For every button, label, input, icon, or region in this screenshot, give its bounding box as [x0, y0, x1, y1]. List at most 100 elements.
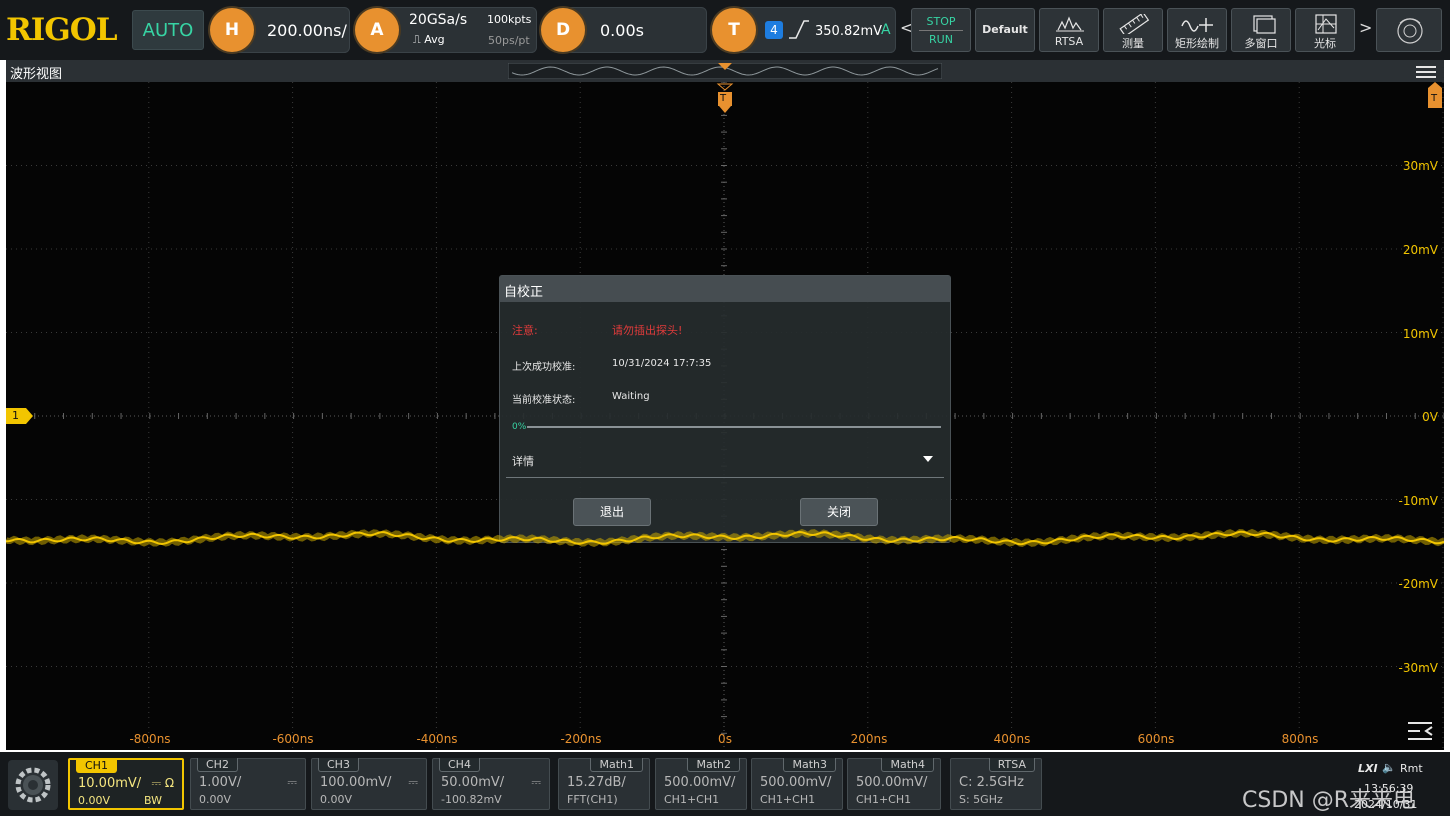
ch1-offset: 0.00V [78, 794, 111, 807]
ch4-coupling: ⎓ [531, 775, 541, 789]
spectrum-icon [1056, 16, 1084, 32]
utility-button[interactable] [1376, 8, 1442, 52]
math1-panel[interactable]: Math1 15.27dB/ FFT(CH1) [558, 758, 650, 810]
zone-draw-label: 矩形绘制 [1175, 37, 1219, 50]
math3-panel[interactable]: Math3 500.00mV/ CH1+CH1 [751, 758, 843, 810]
ch2-panel[interactable]: CH2 1.00V/ ⎓ 0.00V [190, 758, 306, 810]
ch4-scale: 50.00mV/ [441, 775, 505, 790]
collapse-menu-icon[interactable] [1406, 720, 1436, 742]
trigger-badge[interactable]: T [712, 8, 756, 52]
windows-icon [1253, 15, 1276, 34]
ch4-panel[interactable]: CH4 50.00mV/ ⎓ -100.82mV [432, 758, 550, 810]
volt-label: 0V [1422, 410, 1438, 424]
pulse-icon: ⎍ [413, 33, 425, 46]
multi-window-label: 多窗口 [1244, 37, 1278, 50]
bw-limit-icon: BW [143, 794, 162, 807]
time-label: 400ns [993, 732, 1031, 746]
time-label: -200ns [560, 732, 602, 746]
acquire-badge[interactable]: A [355, 8, 399, 52]
last-calibration-value: 10/31/2024 17:7:35 [612, 358, 712, 369]
ch4-tag: CH4 [439, 758, 480, 772]
last-calibration-label: 上次成功校准: [512, 362, 576, 373]
time-label: 800ns [1281, 732, 1319, 746]
calibration-status-value: Waiting [612, 391, 650, 402]
ch1-tag: CH1 [76, 759, 117, 773]
ruler-icon [1119, 14, 1150, 34]
rtsa-tag: RTSA [988, 758, 1035, 772]
ch3-panel[interactable]: CH3 100.00mV/ ⎓ 0.00V [311, 758, 427, 810]
math2-source: CH1+CH1 [664, 793, 720, 806]
wave-move-icon [1181, 18, 1213, 32]
time-label: -400ns [416, 732, 458, 746]
horizontal-scale-value: 200.00ns/ [267, 21, 347, 40]
cursor-grid-icon [1315, 14, 1337, 34]
rigol-knob-icon [1397, 18, 1423, 44]
rtsa-span: S: 5GHz [959, 793, 1003, 806]
time-label: 600ns [1137, 732, 1175, 746]
lxi-icon: LXI [1358, 762, 1378, 775]
time-label: 0s [718, 732, 732, 746]
ch2-scale: 1.00V/ [199, 775, 242, 790]
ch1-offset-marker[interactable] [6, 408, 34, 424]
ch1-panel[interactable]: CH1 10.00mV/ ⎓ Ω 0.00V BW [68, 758, 184, 810]
sample-rate: 20GSa/s [409, 12, 468, 28]
rtsa-button[interactable]: RTSA [1039, 8, 1099, 52]
delay-badge[interactable]: D [541, 8, 585, 52]
auto-button[interactable]: AUTO [132, 10, 204, 50]
math4-tag: Math4 [881, 758, 934, 772]
math3-tag: Math3 [783, 758, 836, 772]
math1-source: FFT(CH1) [567, 793, 618, 806]
measure-label: 测量 [1122, 37, 1144, 50]
run-stop-button[interactable]: STOP RUN [911, 8, 971, 52]
rising-edge-icon [789, 20, 809, 39]
progress-track [527, 426, 941, 428]
multi-window-button[interactable]: 多窗口 [1231, 8, 1291, 52]
default-button[interactable]: Default [975, 8, 1035, 52]
notice-text: 请勿插出探头! [612, 324, 683, 337]
ch3-coupling: ⎓ [408, 775, 418, 789]
default-label: Default [982, 23, 1028, 36]
csdn-watermark: CSDN @R来来电 [1242, 788, 1416, 813]
time-per-point: 50ps/pt [488, 34, 530, 47]
math1-scale: 15.27dB/ [567, 775, 626, 790]
memory-depth: 100kpts [487, 13, 532, 26]
math4-panel[interactable]: Math4 500.00mV/ CH1+CH1 [847, 758, 941, 810]
measure-button[interactable]: 测量 [1103, 8, 1163, 52]
ch2-tag: CH2 [197, 758, 238, 772]
progress-percent: 0% [512, 422, 527, 432]
volt-label: 10mV [1402, 327, 1438, 341]
top-toolbar: RIGOL AUTO H 200.00ns/ A 20GSa/s ⎍ Avg 1… [0, 0, 1450, 60]
speaker-muted-icon[interactable]: 🔈 [1382, 761, 1396, 774]
gear-icon[interactable] [8, 760, 58, 810]
cursor-label: 光标 [1314, 37, 1336, 50]
zone-draw-button[interactable]: 矩形绘制 [1167, 8, 1227, 52]
chevron-down-icon[interactable] [922, 454, 934, 464]
math1-tag: Math1 [590, 758, 643, 772]
details-divider [506, 477, 944, 478]
trigger-level-label: T [1431, 93, 1438, 104]
trigger-mode: A [881, 22, 891, 38]
self-calibration-dialog: 自校正 注意: 请勿插出探头! 上次成功校准: 10/31/2024 17:7:… [499, 275, 951, 543]
time-label: 200ns [850, 732, 888, 746]
math2-panel[interactable]: Math2 500.00mV/ CH1+CH1 [655, 758, 747, 810]
memory-overview-strip[interactable] [508, 63, 942, 79]
math3-scale: 500.00mV/ [760, 775, 832, 790]
acquire-mode: ⎍ Avg [413, 33, 445, 46]
rigol-logo: RIGOL [6, 12, 118, 48]
volt-label: -20mV [1398, 577, 1439, 591]
close-button[interactable]: 关闭 [800, 498, 878, 526]
calibration-status-label: 当前校准状态: [512, 395, 576, 406]
toolbar-scroll-right[interactable]: > [1359, 18, 1372, 37]
volt-label: -30mV [1398, 661, 1439, 675]
time-label: -800ns [129, 732, 171, 746]
waveform-view-title: 波形视图 [10, 67, 63, 82]
ch1-offset-label: 1 [12, 409, 19, 422]
details-label: 详情 [512, 455, 534, 468]
exit-button[interactable]: 退出 [573, 498, 651, 526]
view-menu-icon[interactable] [1416, 66, 1436, 80]
ch2-coupling: ⎓ [287, 775, 297, 789]
ch3-scale: 100.00mV/ [320, 775, 392, 790]
horizontal-badge[interactable]: H [210, 8, 254, 52]
rtsa-panel[interactable]: RTSA C: 2.5GHz S: 5GHz [950, 758, 1042, 810]
cursor-button[interactable]: 光标 [1295, 8, 1355, 52]
